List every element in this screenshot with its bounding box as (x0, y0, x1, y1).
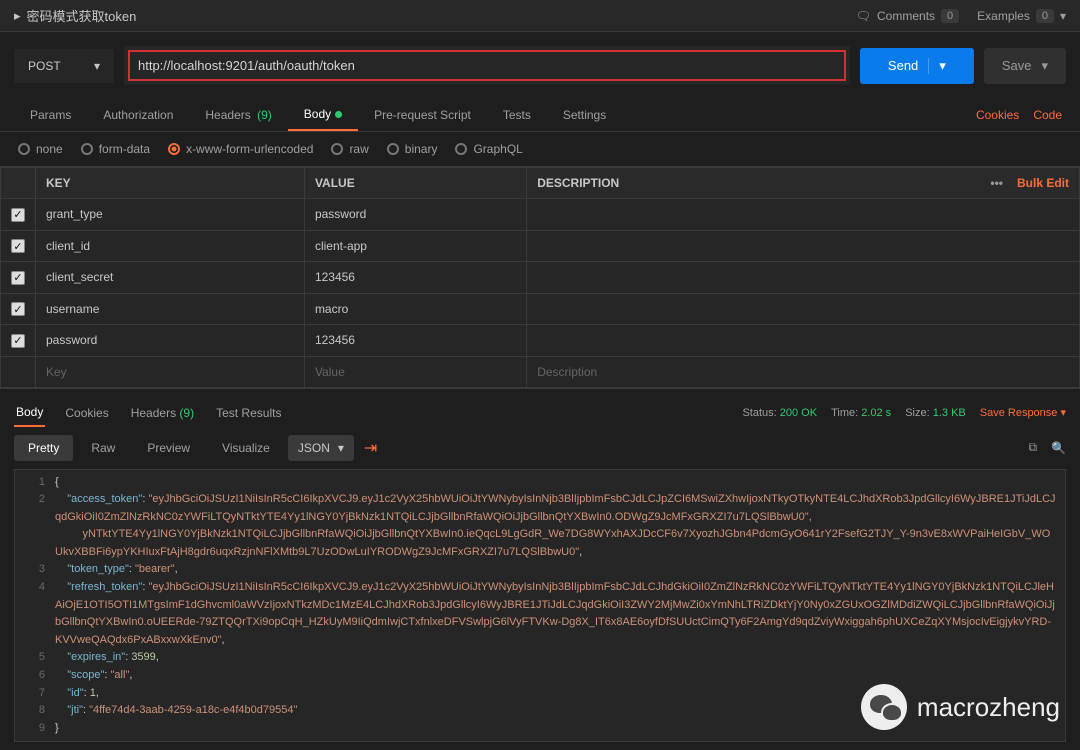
checkbox[interactable]: ✓ (11, 208, 25, 222)
tab-headers[interactable]: Headers (9) (189, 100, 287, 130)
more-options[interactable]: ••• (990, 176, 1003, 190)
save-response-link[interactable]: Save Response ▾ (980, 406, 1066, 419)
tab-header: ▸ 密码模式获取token 🗨 Comments 0 Examples 0 ▾ (0, 0, 1080, 32)
status-value: 200 OK (780, 407, 817, 419)
placeholder-value[interactable]: Value (304, 356, 526, 387)
copy-icon[interactable]: ⧉ (1028, 440, 1037, 455)
bulk-edit-link[interactable]: Bulk Edit (1017, 176, 1069, 190)
radio-icon (81, 143, 93, 155)
wrap-lines-icon[interactable]: ⇥ (358, 438, 383, 458)
cell-key[interactable]: grant_type (36, 199, 305, 231)
checkbox[interactable]: ✓ (11, 334, 25, 348)
checkbox[interactable]: ✓ (11, 271, 25, 285)
chevron-down-icon: ▾ (338, 441, 344, 455)
radio-icon (387, 143, 399, 155)
request-bar: POST ▾ Send ▾ Save ▾ (0, 32, 1080, 99)
view-pretty[interactable]: Pretty (14, 435, 73, 461)
placeholder-desc[interactable]: Description (527, 356, 1080, 387)
time-value: 2.02 s (861, 407, 891, 419)
kv-table: KEY VALUE DESCRIPTION ••• Bulk Edit ✓ gr… (0, 167, 1080, 388)
cell-key[interactable]: client_id (36, 230, 305, 262)
comments-button[interactable]: 🗨 Comments 0 (856, 9, 959, 23)
dot-icon (335, 111, 342, 118)
chevron-down-icon[interactable]: ▾ (1041, 58, 1048, 74)
header-key: KEY (36, 168, 305, 199)
radio-graphql[interactable]: GraphQL (455, 142, 522, 156)
resp-tab-test-results[interactable]: Test Results (214, 400, 283, 426)
tab-tests[interactable]: Tests (487, 100, 547, 130)
watermark: macrozheng (861, 684, 1060, 730)
chevron-down-icon[interactable]: ▾ (928, 58, 946, 74)
chevron-down-icon: ▾ (1060, 9, 1066, 23)
wechat-icon (861, 684, 907, 730)
save-button[interactable]: Save ▾ (984, 48, 1066, 84)
cell-value[interactable]: password (304, 199, 526, 231)
radio-x-www-form[interactable]: x-www-form-urlencoded (168, 142, 313, 156)
lang-select[interactable]: JSON ▾ (288, 435, 354, 461)
examples-button[interactable]: Examples 0 ▾ (977, 9, 1066, 23)
examples-count: 0 (1036, 9, 1054, 23)
request-title[interactable]: ▸ 密码模式获取token (14, 6, 136, 25)
cell-description[interactable] (527, 293, 1080, 325)
header-checkbox (1, 168, 36, 199)
cell-value[interactable]: 123456 (304, 262, 526, 294)
cell-key[interactable]: client_secret (36, 262, 305, 294)
url-input-wrapper (124, 46, 850, 85)
cell-value[interactable]: client-app (304, 230, 526, 262)
table-row: ✓ client_secret 123456 (1, 262, 1080, 294)
search-icon[interactable]: 🔍 (1051, 441, 1066, 455)
table-row: ✓ password 123456 (1, 325, 1080, 357)
table-row: ✓ grant_type password (1, 199, 1080, 231)
table-row: ✓ username macro (1, 293, 1080, 325)
resp-tab-headers[interactable]: Headers (9) (129, 400, 196, 426)
size-value: 1.3 KB (933, 407, 966, 419)
tab-body[interactable]: Body (288, 99, 358, 131)
tab-authorization[interactable]: Authorization (87, 100, 189, 130)
response-tabs: Body Cookies Headers (9) Test Results St… (0, 388, 1080, 427)
cell-key[interactable]: password (36, 325, 305, 357)
cell-description[interactable] (527, 199, 1080, 231)
view-visualize[interactable]: Visualize (208, 435, 284, 461)
title-text: 密码模式获取token (27, 6, 137, 25)
cell-description[interactable] (527, 230, 1080, 262)
chevron-down-icon: ▾ (94, 59, 100, 73)
cell-description[interactable] (527, 262, 1080, 294)
radio-icon (18, 143, 30, 155)
method-select[interactable]: POST ▾ (14, 49, 114, 83)
radio-icon (331, 143, 343, 155)
radio-raw[interactable]: raw (331, 142, 368, 156)
comments-count: 0 (941, 9, 959, 23)
send-button[interactable]: Send ▾ (860, 48, 974, 84)
checkbox[interactable]: ✓ (11, 302, 25, 316)
checkbox[interactable]: ✓ (11, 239, 25, 253)
header-description: DESCRIPTION ••• Bulk Edit (527, 168, 1080, 199)
placeholder-key[interactable]: Key (36, 356, 305, 387)
code-link[interactable]: Code (1033, 108, 1062, 122)
radio-icon (455, 143, 467, 155)
caret-right-icon: ▸ (14, 8, 21, 24)
radio-form-data[interactable]: form-data (81, 142, 150, 156)
tab-settings[interactable]: Settings (547, 100, 622, 130)
resp-tab-cookies[interactable]: Cookies (63, 400, 110, 426)
resp-tab-body[interactable]: Body (14, 399, 45, 427)
tab-params[interactable]: Params (14, 100, 87, 130)
tab-pre-request[interactable]: Pre-request Script (358, 100, 487, 130)
comment-icon: 🗨 (856, 9, 871, 23)
cell-value[interactable]: macro (304, 293, 526, 325)
cell-key[interactable]: username (36, 293, 305, 325)
cookies-link[interactable]: Cookies (976, 108, 1019, 122)
view-bar: Pretty Raw Preview Visualize JSON ▾ ⇥ ⧉ … (0, 427, 1080, 469)
cell-value[interactable]: 123456 (304, 325, 526, 357)
header-value: VALUE (304, 168, 526, 199)
table-row: ✓ client_id client-app (1, 230, 1080, 262)
request-tabs: Params Authorization Headers (9) Body Pr… (0, 99, 1080, 132)
view-raw[interactable]: Raw (77, 435, 129, 461)
radio-none[interactable]: none (18, 142, 63, 156)
radio-icon (168, 143, 180, 155)
body-types: none form-data x-www-form-urlencoded raw… (0, 132, 1080, 167)
radio-binary[interactable]: binary (387, 142, 438, 156)
url-input[interactable] (128, 50, 846, 81)
cell-description[interactable] (527, 325, 1080, 357)
view-preview[interactable]: Preview (133, 435, 204, 461)
